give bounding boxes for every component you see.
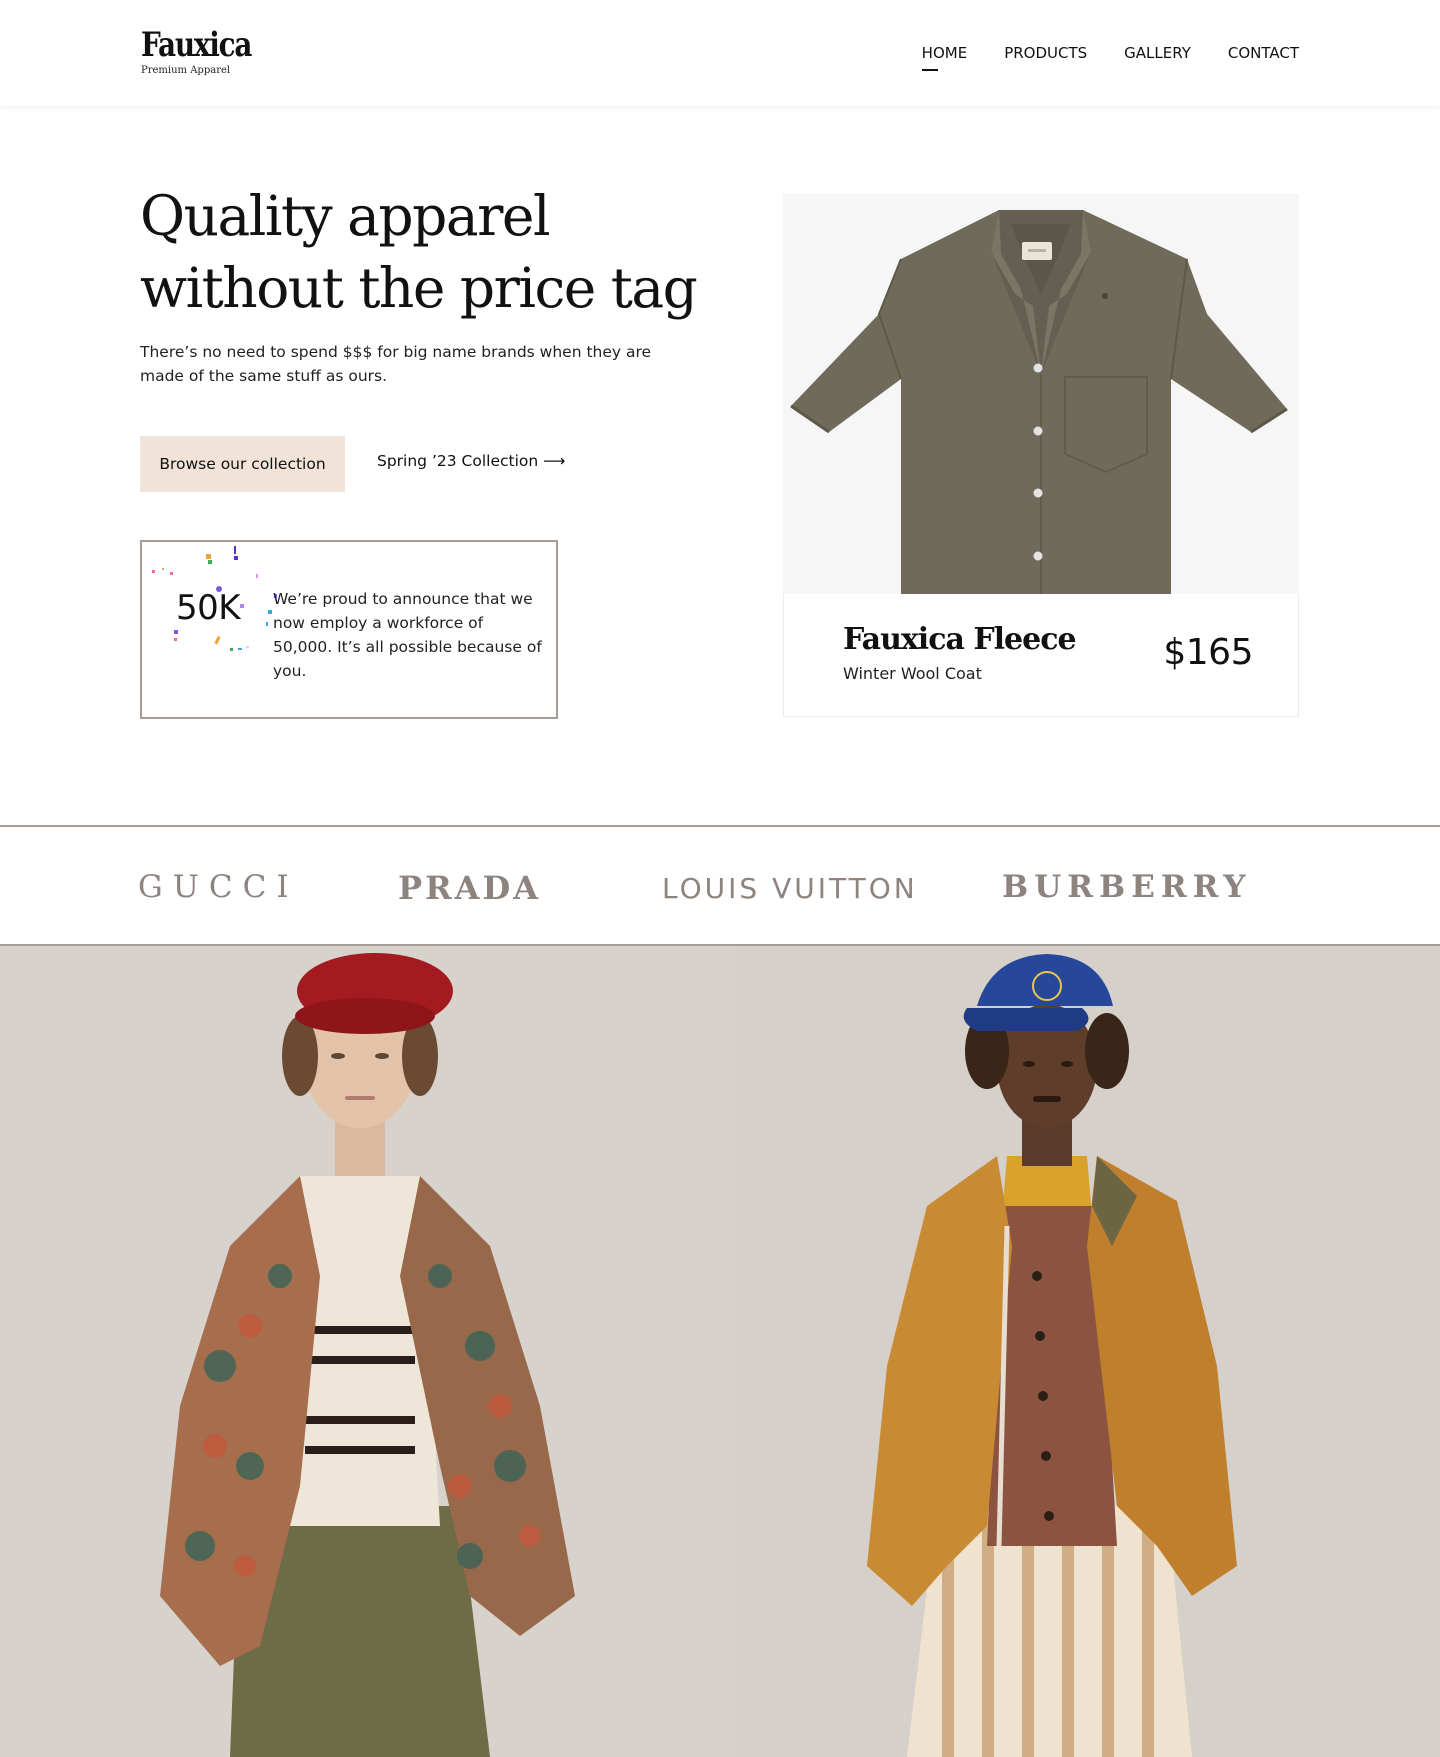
gallery-photo-left[interactable] [0,946,737,1757]
nav-gallery[interactable]: GALLERY [1124,44,1191,62]
stat-text: We’re proud to announce that we now empl… [273,590,542,680]
browse-collection-button[interactable]: Browse our collection [140,436,345,492]
hero-title: Quality apparel without the price tag [140,184,698,320]
brand-name: Fauxica [141,25,252,65]
main-nav: HOME PRODUCTS GALLERY CONTACT [921,44,1299,71]
brand-logo-gucci: GUCCI [138,869,299,905]
nav-home[interactable]: HOME [921,44,967,71]
gallery-photo-right[interactable] [737,946,1440,1757]
product-info: Fauxica Fleece Winter Wool Coat $165 [783,594,1299,717]
product-description: Winter Wool Coat [843,664,982,683]
brand-logo-burberry: BURBERRY [1002,869,1252,905]
nav-products[interactable]: PRODUCTS [1004,44,1087,62]
spring-collection-label: Spring ’23 Collection [377,452,539,470]
brand-tagline: Premium Apparel [141,65,231,76]
site-header: Fauxica Premium Apparel HOME PRODUCTS GA… [0,0,1440,106]
product-price: $165 [1163,632,1253,673]
brand-logo-prada: PRADA [398,869,542,907]
arrow-right-icon: ⟶ [543,452,566,470]
stat-card: 50K We’re proud to announce that we now … [140,540,558,719]
spring-collection-link[interactable]: Spring ’23 Collection ⟶ [377,452,565,470]
brand-logos-strip: GUCCI PRADA LOUIS VUITTON BURBERRY [0,825,1440,946]
gallery [0,946,1440,1757]
shirt-image [790,210,1288,594]
model-beret-image [0,946,737,1757]
brand-logo[interactable]: Fauxica Premium Apparel [141,26,275,76]
stat-number: 50K [176,588,241,628]
model-cap-image [737,946,1440,1757]
brand-logo-louis-vuitton: LOUIS VUITTON [662,872,918,905]
product-name[interactable]: Fauxica Fleece [843,622,1077,657]
product-image[interactable] [783,194,1299,594]
nav-contact[interactable]: CONTACT [1228,44,1299,62]
hero-subtitle: There’s no need to spend $$$ for big nam… [140,343,652,385]
